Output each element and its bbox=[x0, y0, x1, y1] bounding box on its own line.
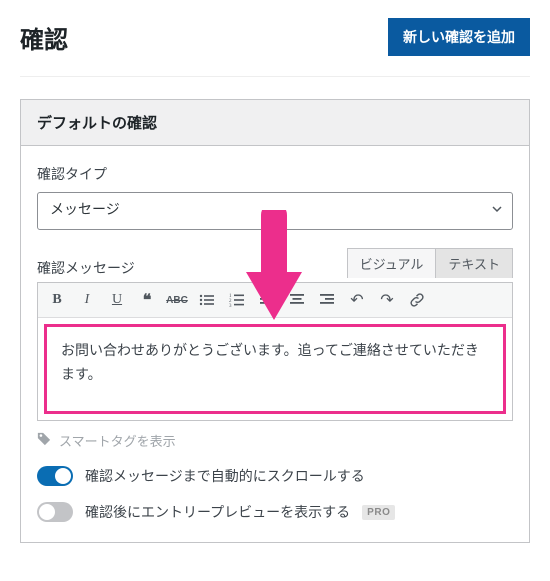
entry-preview-label: 確認後にエントリープレビューを表示する bbox=[85, 502, 350, 522]
auto-scroll-label: 確認メッセージまで自動的にスクロールする bbox=[85, 466, 365, 486]
align-right-button[interactable] bbox=[316, 289, 338, 311]
panel-title: デフォルトの確認 bbox=[21, 100, 529, 146]
undo-button[interactable]: ↶ bbox=[346, 289, 368, 311]
link-button[interactable] bbox=[406, 289, 428, 311]
editor-area: B I U ❝ ABC 123 bbox=[37, 282, 513, 421]
divider bbox=[20, 76, 530, 77]
editor-content-wrap: お問い合わせありがとうございます。追ってご連絡させていただきます。 bbox=[38, 318, 512, 420]
blockquote-button[interactable]: ❝ bbox=[136, 289, 158, 311]
tab-visual[interactable]: ビジュアル bbox=[347, 248, 437, 278]
svg-text:3: 3 bbox=[229, 304, 232, 307]
strikethrough-button[interactable]: ABC bbox=[166, 289, 188, 311]
bullet-list-button[interactable] bbox=[196, 289, 218, 311]
message-label: 確認メッセージ bbox=[37, 258, 135, 278]
smart-tags-label: スマートタグを表示 bbox=[59, 431, 176, 450]
smart-tags-link[interactable]: スマートタグを表示 bbox=[37, 431, 513, 450]
align-left-button[interactable] bbox=[256, 289, 278, 311]
confirmation-type-select[interactable]: メッセージ bbox=[37, 192, 513, 230]
add-confirmation-button[interactable]: 新しい確認を追加 bbox=[388, 18, 530, 56]
bold-button[interactable]: B bbox=[46, 289, 68, 311]
italic-button[interactable]: I bbox=[76, 289, 98, 311]
align-center-button[interactable] bbox=[286, 289, 308, 311]
pro-badge: PRO bbox=[362, 505, 395, 520]
numbered-list-button[interactable]: 123 bbox=[226, 289, 248, 311]
underline-button[interactable]: U bbox=[106, 289, 128, 311]
tag-icon bbox=[37, 432, 51, 449]
editor-toolbar: B I U ❝ ABC 123 bbox=[38, 283, 512, 318]
page-title: 確認 bbox=[20, 20, 68, 55]
redo-button[interactable]: ↷ bbox=[376, 289, 398, 311]
tab-text[interactable]: テキスト bbox=[435, 248, 513, 278]
confirmation-message-textarea[interactable]: お問い合わせありがとうございます。追ってご連絡させていただきます。 bbox=[44, 324, 506, 414]
confirmation-panel: デフォルトの確認 確認タイプ メッセージ 確認メッセージ ビジュアル テキスト … bbox=[20, 99, 530, 543]
entry-preview-toggle[interactable] bbox=[37, 502, 73, 522]
type-label: 確認タイプ bbox=[37, 164, 513, 184]
auto-scroll-toggle[interactable] bbox=[37, 466, 73, 486]
